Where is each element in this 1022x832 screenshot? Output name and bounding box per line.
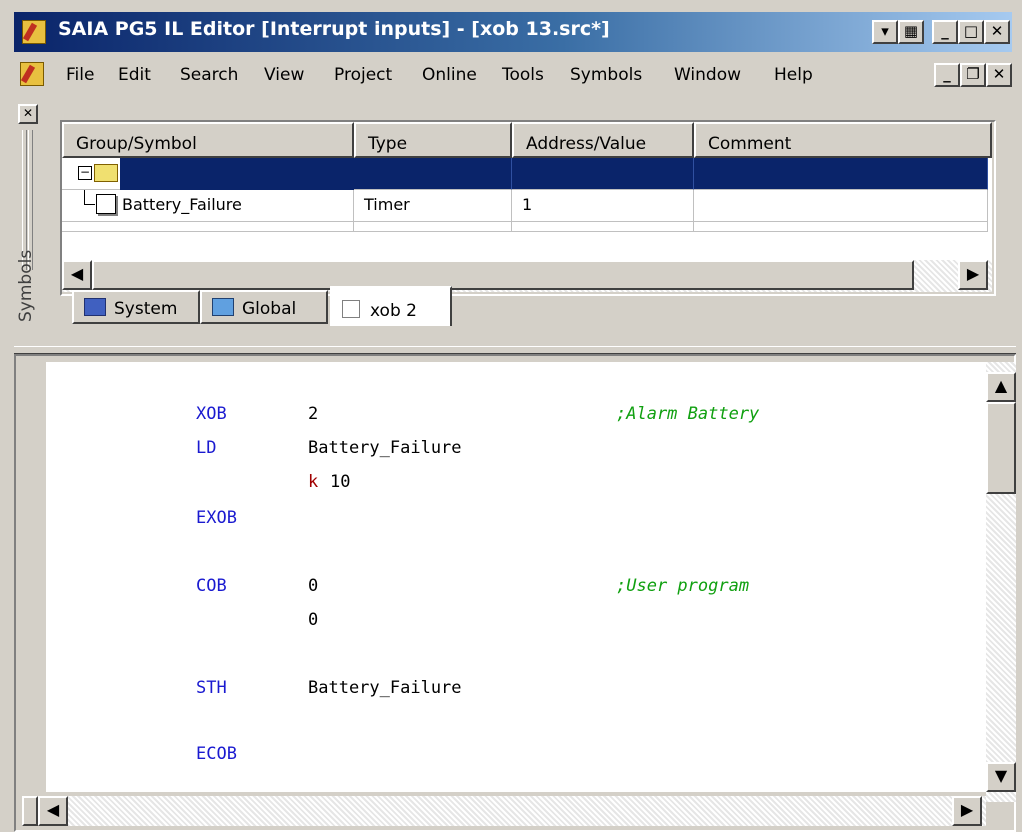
instr-sth[interactable]: STH: [196, 678, 227, 698]
scroll-down-icon[interactable]: ▼: [986, 762, 1016, 792]
scroll-left-icon[interactable]: ◀: [38, 796, 68, 826]
folder-icon: [94, 164, 118, 182]
instr-cob[interactable]: COB: [196, 576, 227, 596]
title-bar[interactable]: SAIA PG5 IL Editor [Interrupt inputs] - …: [14, 12, 1012, 52]
table-row[interactable]: Battery_Failure Timer 1: [62, 190, 988, 222]
menu-file[interactable]: File: [66, 65, 94, 85]
comment-cell[interactable]: [694, 158, 988, 190]
tab-system-label: System: [114, 299, 178, 319]
tree-line: [84, 190, 95, 205]
operand[interactable]: 0: [308, 576, 318, 596]
menu-window[interactable]: Window: [674, 65, 741, 85]
tab-xob-2-label: xob 2: [370, 301, 417, 321]
group-name-cell[interactable]: [120, 158, 354, 190]
instr-exob[interactable]: EXOB: [196, 508, 237, 528]
address-cell[interactable]: [512, 158, 694, 190]
operand[interactable]: 2: [308, 404, 318, 424]
close-button[interactable]: ✕: [984, 20, 1010, 44]
operand[interactable]: Battery_Failure: [308, 438, 462, 458]
menu-bar: File Edit Search View Project Online Too…: [14, 56, 1012, 94]
table-row[interactable]: −: [62, 158, 988, 190]
col-header-symbol[interactable]: Group/Symbol: [62, 122, 354, 158]
menu-symbols[interactable]: Symbols: [570, 65, 642, 85]
menu-online[interactable]: Online: [422, 65, 477, 85]
scroll-right-icon[interactable]: ▶: [952, 796, 982, 826]
code-comment[interactable]: ;Alarm Battery: [616, 404, 759, 424]
tab-global[interactable]: Global: [200, 290, 328, 324]
maximize-button[interactable]: □: [958, 20, 984, 44]
tab-xob-2[interactable]: xob 2: [330, 286, 452, 326]
menu-edit[interactable]: Edit: [118, 65, 151, 85]
dropdown-arrow-icon[interactable]: ▾: [872, 20, 898, 44]
instr-ecob[interactable]: ECOB: [196, 744, 237, 764]
scroll-thumb[interactable]: [92, 260, 914, 290]
address-cell[interactable]: 1: [512, 190, 694, 222]
collapse-icon[interactable]: −: [78, 166, 92, 180]
instr-ld[interactable]: LD: [196, 438, 216, 458]
child-minimize-button[interactable]: _: [934, 63, 960, 87]
file-icon: [342, 300, 360, 318]
child-close-button[interactable]: ✕: [986, 63, 1012, 87]
menu-search[interactable]: Search: [180, 65, 238, 85]
global-icon: [212, 298, 234, 316]
empty-cell: [62, 222, 354, 232]
menu-project[interactable]: Project: [334, 65, 392, 85]
symbol-icon: [96, 194, 116, 214]
scroll-thumb[interactable]: [986, 402, 1016, 494]
system-icon: [84, 298, 106, 316]
editor-vscrollbar[interactable]: ▲ ▼: [986, 362, 1016, 802]
child-restore-button[interactable]: ❐: [960, 63, 986, 87]
tab-system[interactable]: System: [72, 290, 200, 324]
col-header-comment[interactable]: Comment: [694, 122, 992, 158]
table-row-empty: [62, 222, 988, 232]
editor-hscrollbar[interactable]: ◀ ▶: [22, 796, 986, 826]
code-editor[interactable]: XOB 2 ;Alarm Battery LD Battery_Failure …: [22, 362, 986, 792]
operand[interactable]: Battery_Failure: [308, 678, 462, 698]
empty-cell: [354, 222, 512, 232]
window-title: SAIA PG5 IL Editor [Interrupt inputs] - …: [58, 18, 610, 40]
type-cell[interactable]: Timer: [354, 190, 512, 222]
constant-prefix[interactable]: k: [308, 472, 318, 492]
scroll-right-icon[interactable]: ▶: [958, 260, 988, 290]
pane-close-icon[interactable]: ✕: [18, 104, 38, 124]
empty-cell: [512, 222, 694, 232]
symbols-table: Group/Symbol Type Address/Value Comment …: [62, 122, 992, 292]
app-icon[interactable]: [22, 20, 46, 44]
col-header-type[interactable]: Type: [354, 122, 512, 158]
menu-view[interactable]: View: [264, 65, 304, 85]
type-cell[interactable]: [354, 158, 512, 190]
tree-cell[interactable]: −: [62, 158, 354, 190]
tree-cell[interactable]: Battery_Failure: [62, 190, 354, 222]
table-hscrollbar[interactable]: ◀ ▶: [62, 260, 992, 292]
split-box[interactable]: [22, 796, 38, 826]
col-header-address[interactable]: Address/Value: [512, 122, 694, 158]
operand[interactable]: 10: [330, 472, 350, 492]
window-layout-icon[interactable]: ▦: [898, 20, 924, 44]
empty-cell: [694, 222, 988, 232]
scroll-up-icon[interactable]: ▲: [986, 372, 1016, 402]
tab-global-label: Global: [242, 299, 297, 319]
menu-help[interactable]: Help: [774, 65, 813, 85]
symbol-name[interactable]: Battery_Failure: [122, 195, 242, 214]
editor-gutter: [22, 362, 46, 792]
instr-xob[interactable]: XOB: [196, 404, 227, 424]
menu-tools[interactable]: Tools: [502, 65, 544, 85]
document-icon[interactable]: [20, 62, 44, 86]
comment-cell[interactable]: [694, 190, 988, 222]
code-comment[interactable]: ;User program: [616, 576, 749, 596]
minimize-button[interactable]: _: [932, 20, 958, 44]
scroll-left-icon[interactable]: ◀: [62, 260, 92, 290]
symbols-side-label: Symbols: [16, 249, 36, 322]
operand[interactable]: 0: [308, 610, 318, 630]
